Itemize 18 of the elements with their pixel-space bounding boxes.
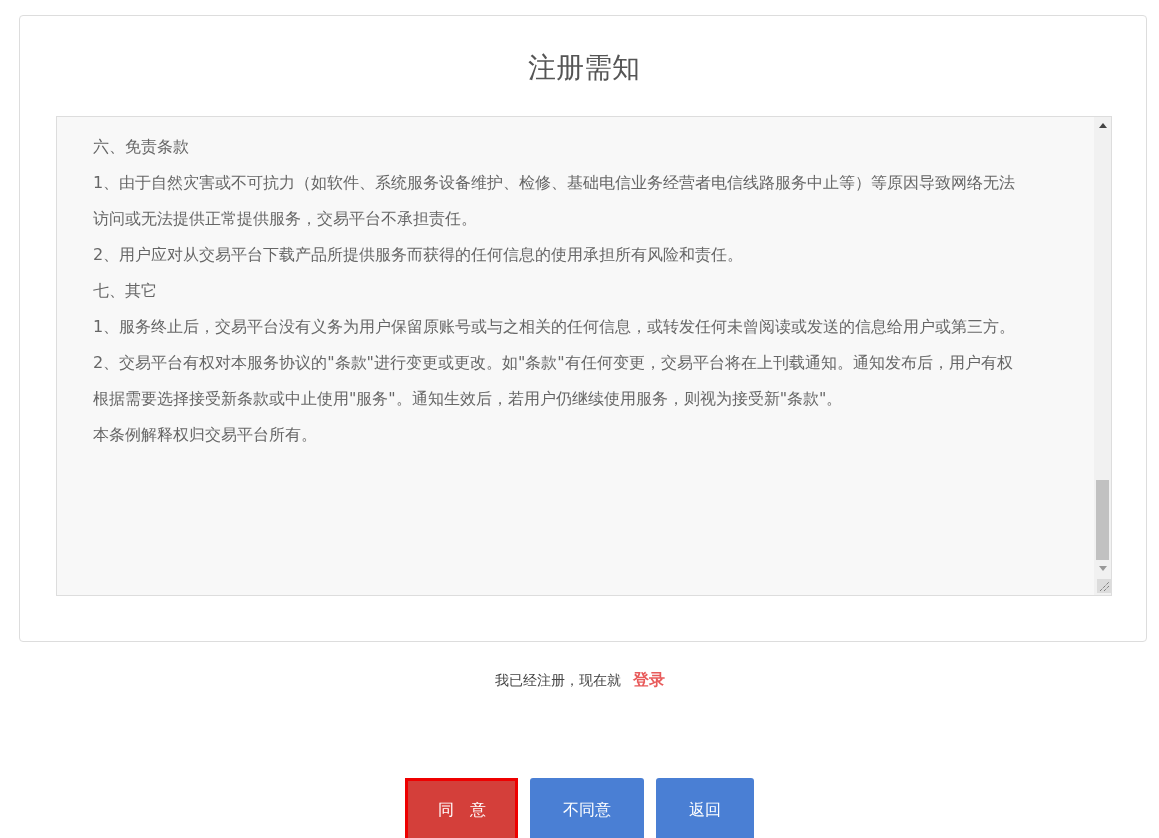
agreement-paragraph: 2、用户应对从交易平台下载产品所提供服务而获得的任何信息的使用承担所有风险和责任。 <box>93 244 745 266</box>
scroll-up-icon[interactable] <box>1098 123 1107 128</box>
resize-grip-icon[interactable] <box>1097 579 1111 593</box>
agreement-paragraph: 1、服务终止后，交易平台没有义务为用户保留原账号或与之相关的任何信息，或转发任何未曾阅读或发送的信息给用户或第三方。 <box>93 316 1017 338</box>
agreement-paragraph: 1、由于自然灾害或不可抗力（如软件、系统服务设备维护、检修、基础电信业务经营者电信线路服务中止等）等原因导致网络无法访问或无法提供正常提供服务，交易平台不承担责任。 <box>93 172 1017 230</box>
agree-button[interactable]: 同 意 <box>405 778 518 838</box>
scroll-down-icon[interactable] <box>1098 566 1107 571</box>
agreement-paragraph: 本条例解释权归交易平台所有。 <box>93 424 318 446</box>
scroll-thumb[interactable] <box>1096 480 1109 560</box>
agreement-paragraph: 六、免责条款 <box>93 136 190 158</box>
login-link[interactable]: 登录 <box>632 670 665 691</box>
agreement-paragraph: 七、其它 <box>93 280 158 302</box>
login-prompt: 我已经注册，现在就 <box>494 671 621 690</box>
back-button[interactable]: 返回 <box>656 778 754 838</box>
disagree-button[interactable]: 不同意 <box>530 778 644 838</box>
agreement-paragraph: 2、交易平台有权对本服务协议的"条款"进行变更或更改。如"条款"有任何变更，交易平台将在上刊载通知。通知发布后，用户有权根据需要选择接受新条款或中止使用"服务"。通知生效后，若用户仍继续使用服务，则视为接受新"条款"。 <box>93 352 1014 410</box>
scrollbar[interactable] <box>1094 117 1111 595</box>
page-title: 注册需知 <box>527 50 641 86</box>
